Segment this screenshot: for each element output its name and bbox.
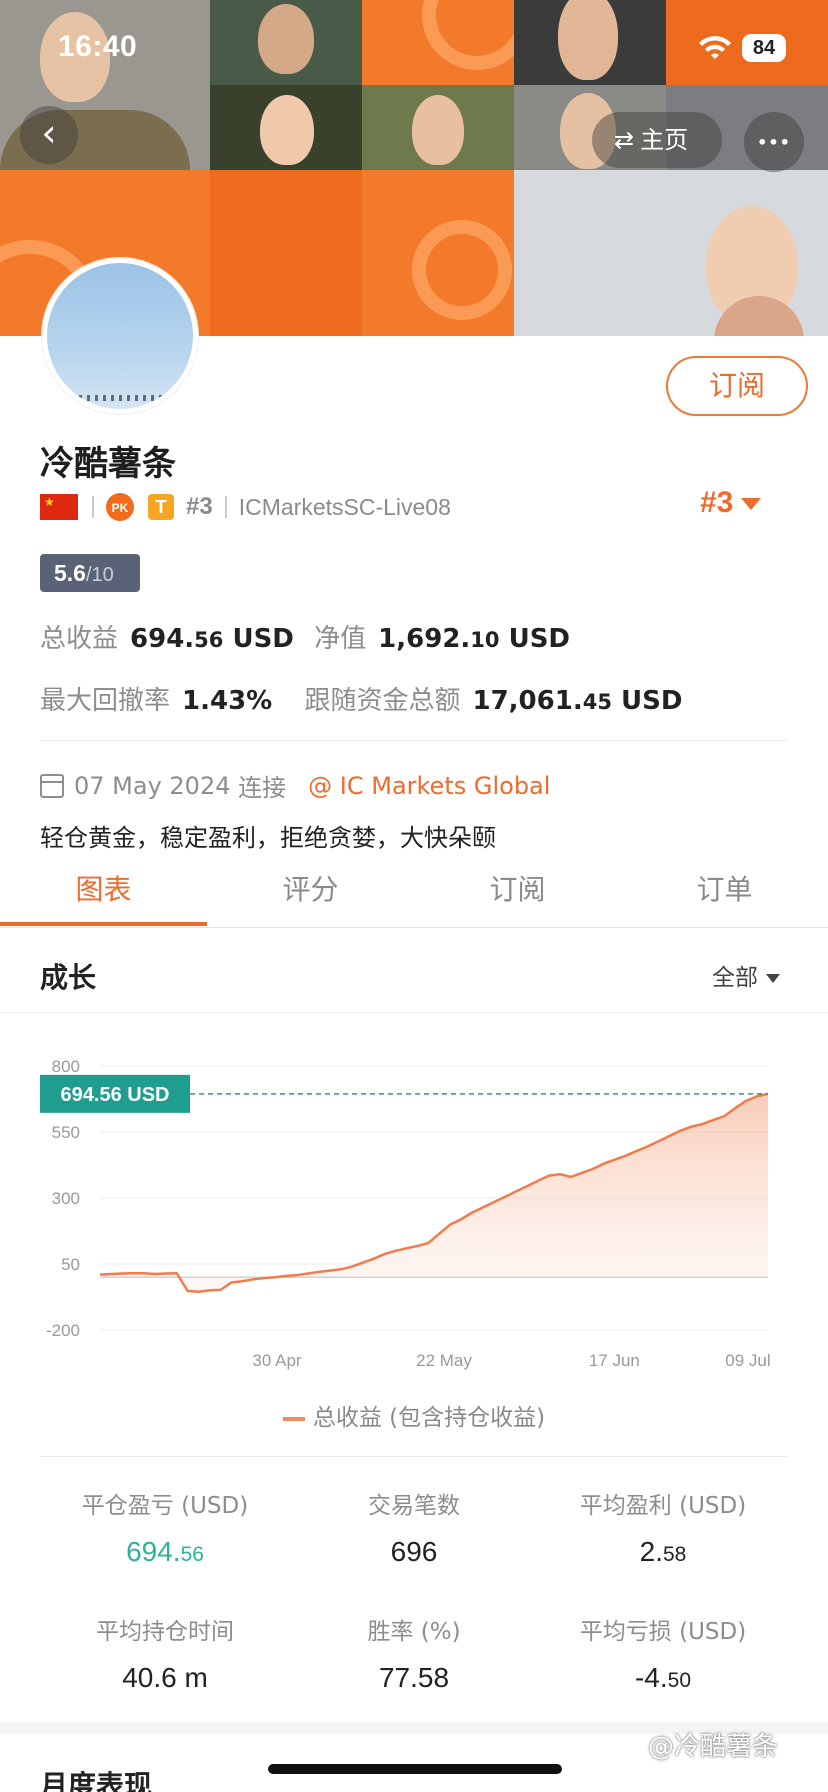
total-profit-value: 694.56 USD: [130, 624, 294, 654]
chevron-left-icon: ‹: [41, 111, 57, 155]
avatar[interactable]: [42, 258, 198, 414]
tab-rating[interactable]: 评分: [207, 868, 414, 908]
tab-subscription[interactable]: 订阅: [414, 868, 621, 908]
score-badge: 5.6/10: [40, 554, 140, 592]
pk-badge-icon[interactable]: PK: [106, 493, 134, 521]
follow-funds-value: 17,061.45 USD: [472, 686, 683, 716]
x-tick-label: 30 Apr: [252, 1351, 301, 1370]
status-time: 16:40: [58, 30, 138, 63]
server-name: ICMarketsSC-Live08: [238, 493, 451, 520]
badge-row: PK T #3 ICMarketsSC-Live08: [40, 490, 451, 524]
connection-info: 07 May 2024 连接 @ IC Markets Global: [40, 768, 550, 803]
drawdown-value: 1.43%: [182, 686, 273, 716]
legend-label: 总收益 (包含持仓收益): [312, 1405, 546, 1431]
kpi-trade-count: 交易笔数 696: [368, 1493, 460, 1567]
kpi-closed-pnl: 平仓盈亏 (USD) 694.56: [81, 1493, 249, 1567]
net-value: 1,692.10 USD: [378, 624, 571, 654]
t-badge-icon[interactable]: T: [148, 494, 174, 520]
rank-small: #3: [186, 493, 213, 520]
follow-funds-label: 跟随资金总额: [304, 686, 461, 716]
growth-title: 成长: [40, 961, 97, 994]
x-tick-label: 22 May: [416, 1351, 472, 1370]
more-button[interactable]: •••: [744, 112, 804, 172]
chart-legend[interactable]: 总收益 (包含持仓收益): [0, 1398, 828, 1432]
x-tick-label: 17 Jun: [589, 1351, 640, 1370]
trader-name: 冷酷薯条: [40, 444, 176, 484]
wifi-icon: [699, 36, 731, 59]
kpi-avg-loss: 平均亏损 (USD) -4.50: [579, 1619, 747, 1693]
legend-swatch: [282, 1416, 305, 1421]
back-button[interactable]: ‹: [20, 106, 78, 164]
rank-dropdown[interactable]: #3: [700, 486, 762, 520]
growth-chart[interactable]: 800 550 300 50 -200 694.56 USD 30 Apr 22 May 17 …: [0, 1040, 828, 1370]
y-tick-label: 300: [52, 1189, 80, 1208]
home-indicator: [268, 1764, 562, 1774]
tab-active-indicator: [0, 922, 207, 926]
china-flag-icon: [40, 494, 78, 520]
status-bar: 16:40 84: [0, 30, 828, 70]
trader-motto: 轻仓黄金，稳定盈利，拒绝贪婪，大快朵颐: [40, 824, 496, 852]
tab-orders[interactable]: 订单: [621, 868, 828, 908]
total-profit-label: 总收益: [40, 624, 119, 654]
swap-icon: ⇄: [614, 126, 635, 154]
monthly-performance-title: 月度表现: [40, 1769, 153, 1792]
range-filter-dropdown[interactable]: 全部: [712, 958, 780, 992]
series-area: [100, 1093, 768, 1292]
y-tick-label: -200: [46, 1321, 80, 1340]
drawdown-label: 最大回撤率: [40, 686, 171, 716]
y-tick-label: 550: [52, 1123, 80, 1142]
subscribe-button[interactable]: 订阅: [666, 356, 808, 416]
banner-photo-5: [362, 85, 514, 170]
caret-down-icon: [741, 498, 762, 511]
battery-indicator: 84: [742, 34, 786, 62]
trader-profile-page: 16:40 84 ‹ ⇄主页 ••• 订阅 冷酷薯条 PK T #3 ICMar…: [0, 0, 828, 1792]
kpi-avg-hold-time: 平均持仓时间 40.6 m: [96, 1619, 234, 1693]
current-value-text: 694.56 USD: [61, 1084, 170, 1106]
home-button[interactable]: ⇄ 主页: [592, 112, 722, 168]
home-button-label: 主页: [640, 126, 689, 154]
x-tick-label: 09 Jul: [725, 1351, 770, 1370]
drawdown-follow-line: 最大回撤率 1.43% 跟随资金总额 17,061.45 USD: [40, 680, 682, 717]
net-value-label: 净值: [314, 624, 367, 654]
caret-down-icon: [766, 974, 780, 983]
kpi-win-rate: 胜率 (%) 77.58: [367, 1619, 461, 1693]
y-tick-label: 50: [61, 1255, 80, 1274]
y-tick-label: 800: [52, 1057, 80, 1076]
broker-link[interactable]: @ IC Markets Global: [308, 772, 550, 800]
calendar-icon: [40, 773, 64, 798]
banner-photo-4: [210, 85, 362, 170]
watermark: @冷酷薯条: [648, 1732, 779, 1762]
connection-date: 07 May 2024: [74, 771, 231, 800]
banner-photo-7: [514, 170, 828, 336]
profit-equity-line: 总收益 694.56 USD 净值 1,692.10 USD: [40, 618, 570, 655]
tab-chart[interactable]: 图表: [0, 868, 207, 908]
kpi-avg-profit: 平均盈利 (USD) 2.58: [579, 1493, 747, 1567]
tab-bar: 图表 评分 订阅 订单: [0, 862, 828, 928]
more-dots-icon: •••: [757, 133, 791, 152]
